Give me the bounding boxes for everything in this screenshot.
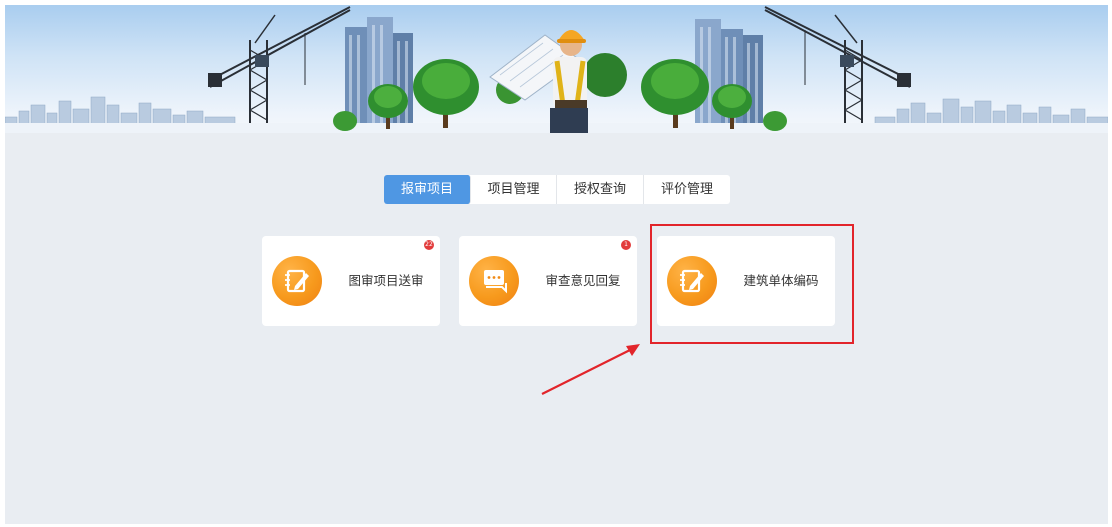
chat-bubble-icon xyxy=(469,256,519,306)
card-label: 审查意见回复 xyxy=(545,273,621,288)
tab-submit-review-project[interactable]: 报审项目 xyxy=(384,175,471,204)
tab-authorization-query[interactable]: 授权查询 xyxy=(557,175,644,204)
app-frame: 报审项目 项目管理 授权查询 评价管理 图审项目送审 22 审查意见回复 1 建… xyxy=(5,5,1108,524)
notebook-pencil-icon xyxy=(667,256,717,306)
notification-badge: 1 xyxy=(621,240,631,250)
tab-project-management[interactable]: 项目管理 xyxy=(471,175,557,204)
notebook-pencil-icon xyxy=(272,256,322,306)
tab-evaluation-management[interactable]: 评价管理 xyxy=(644,175,730,204)
annotation-arrow-icon xyxy=(541,344,640,395)
header-banner xyxy=(5,5,1108,133)
card-label: 图审项目送审 xyxy=(348,273,424,288)
card-building-unit-code[interactable]: 建筑单体编码 xyxy=(657,236,835,326)
notification-badge: 22 xyxy=(424,240,434,250)
main-tabs: 报审项目 项目管理 授权查询 评价管理 xyxy=(384,175,730,204)
card-review-opinion-reply[interactable]: 审查意见回复 1 xyxy=(459,236,637,326)
card-label: 建筑单体编码 xyxy=(743,273,819,288)
card-drawing-review-submit[interactable]: 图审项目送审 22 xyxy=(262,236,440,326)
construction-banner-illustration xyxy=(5,6,1108,133)
